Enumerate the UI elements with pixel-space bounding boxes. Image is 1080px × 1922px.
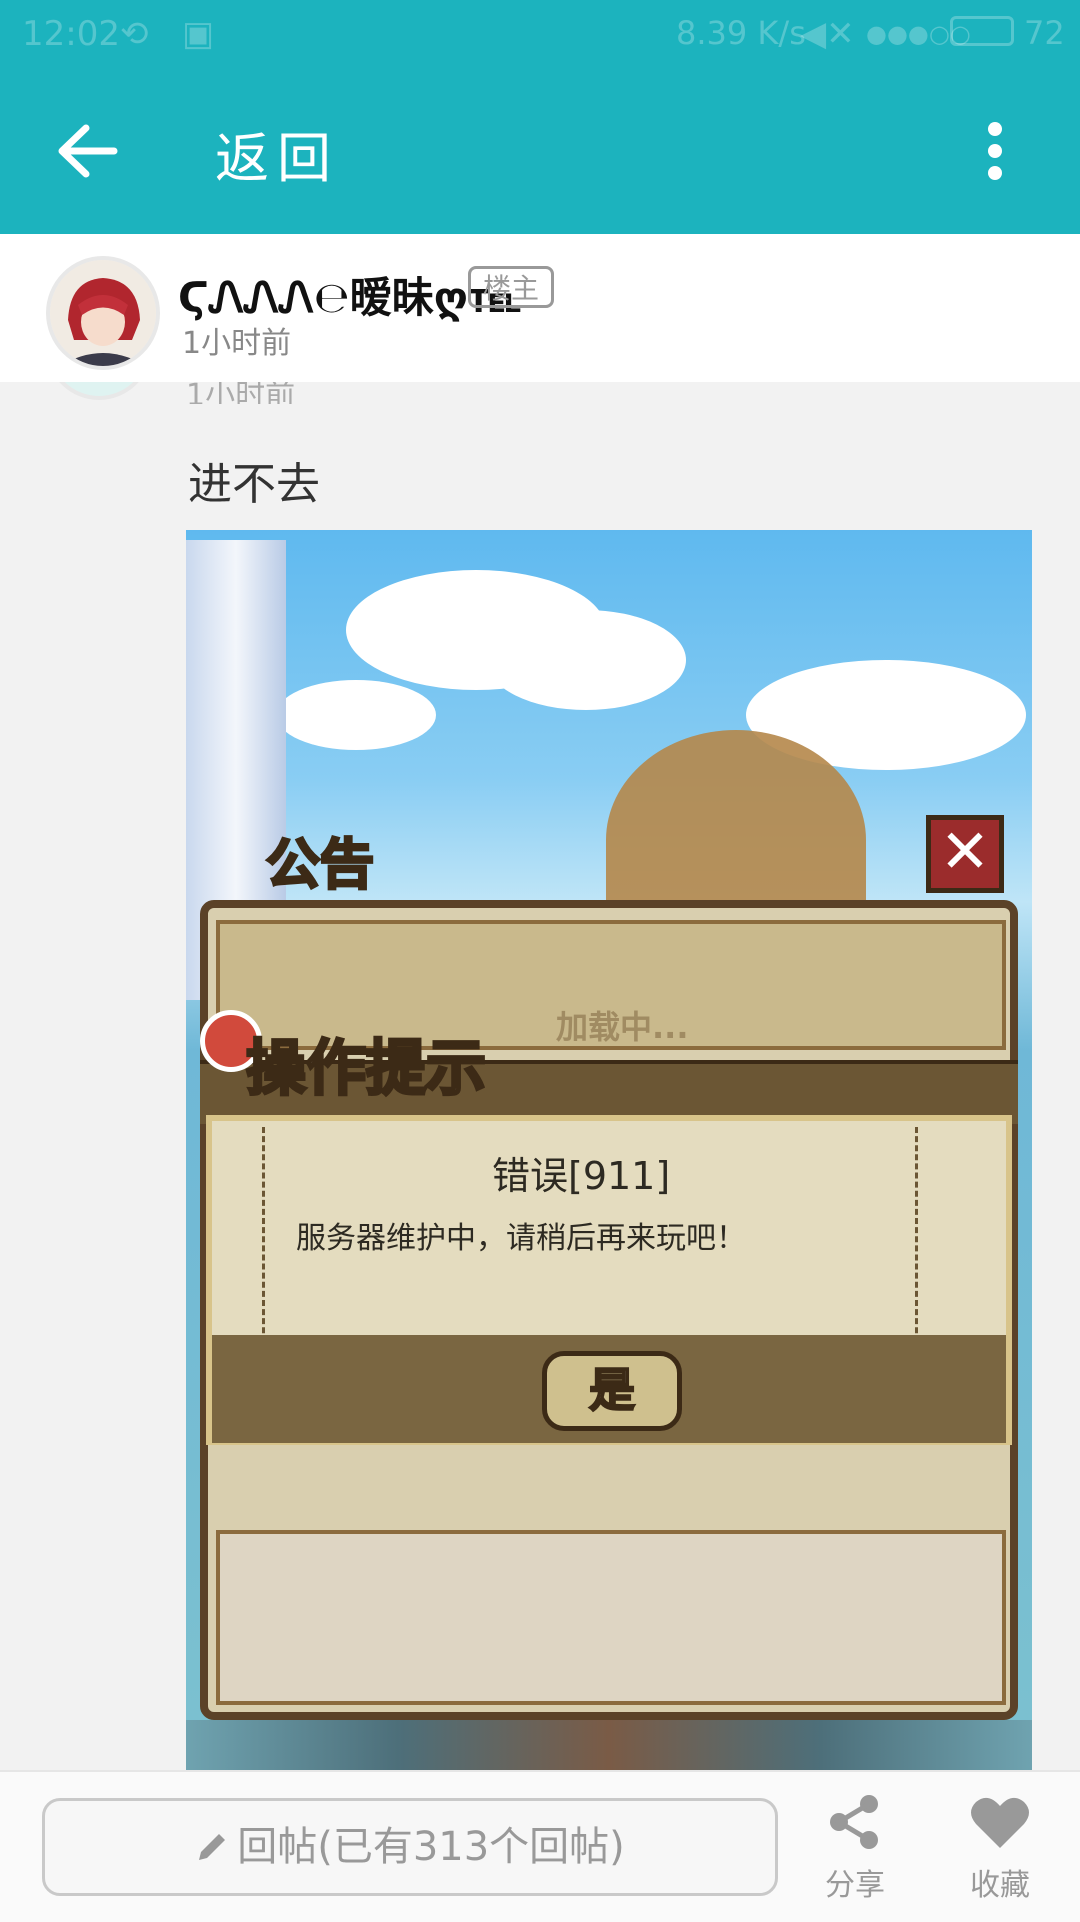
post-time: 1小时前 [182,326,292,361]
page-title[interactable]: 返回 [215,114,339,193]
notice-label: 公告 [265,832,376,898]
image-icon: ▣ [182,14,215,54]
reply-placeholder: 回帖(已有313个回帖) [237,1824,625,1870]
avatar-image [50,260,156,366]
battery-icon [950,16,1014,46]
favorite-label: 收藏 [970,1868,1030,1903]
error-dialog: 错误[911] 服务器维护中，请稍后再来玩吧！ 是 [206,1115,1012,1445]
pencil-icon [199,1834,226,1860]
favorite-button[interactable]: 收藏 [945,1792,1055,1904]
loading-text: 加载中... [556,1008,689,1046]
app-bar: 返回 [0,66,1080,234]
error-message: 服务器维护中，请稍后再来玩吧！ [296,1221,746,1256]
close-icon[interactable]: ✕ [926,815,1004,893]
notice-panel-bottom [216,1530,1006,1705]
avatar[interactable] [46,256,160,370]
more-options-icon[interactable] [980,122,1010,182]
post-text: 进不去 [188,459,320,510]
heart-icon [971,1797,1029,1848]
yes-button[interactable]: 是 [542,1351,682,1431]
owner-badge: 楼主 [468,266,554,308]
back-arrow-icon[interactable] [52,116,122,186]
sync-icon: ⟲ [120,14,149,54]
share-label: 分享 [825,1868,885,1903]
bottom-bar: 回帖(已有313个回帖) 分享 收藏 [0,1770,1080,1922]
net-speed: 8.39 K/s [676,14,806,52]
reply-input[interactable]: 回帖(已有313个回帖) [42,1798,778,1896]
mute-icon: ◀✕ [800,14,855,54]
author-header: ϚᏁᏁᏁ℮暧昧ღ℡ 楼主 1小时前 [0,234,1080,382]
town-graphic [186,1720,1032,1770]
battery-level: 72 [1024,14,1065,52]
error-title: 错误[911] [492,1154,671,1198]
tip-label: 操作提示 [245,1033,488,1106]
status-bar: 12:02 ⟲ ▣ 8.39 K/s ◀✕ ●●●○○ 72 [0,0,1080,66]
post-image[interactable]: 加载中... 公告 ✕ 操作提示 错误[911] 服务器维护中，请稍后再来玩吧！… [186,530,1032,1770]
share-icon [830,1795,878,1849]
status-time: 12:02 [22,14,120,54]
share-button[interactable]: 分享 [800,1792,910,1904]
